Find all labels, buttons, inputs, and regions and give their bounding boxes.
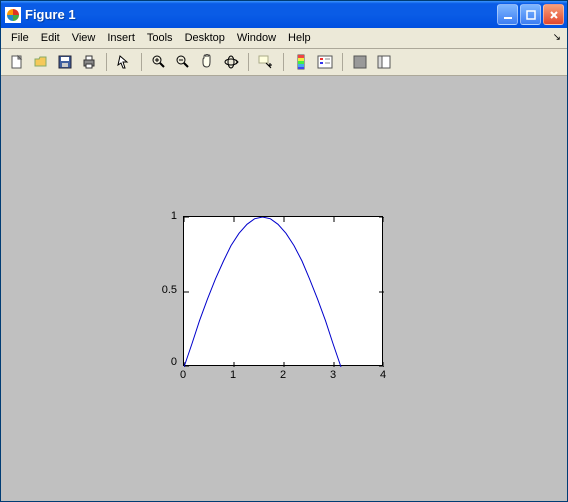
toolbar [1, 49, 567, 76]
ytick-label: 0.5 [147, 284, 177, 296]
menu-file[interactable]: File [5, 30, 35, 46]
menu-window[interactable]: Window [231, 30, 282, 46]
zoom-out-button[interactable] [172, 51, 194, 73]
menu-tools[interactable]: Tools [141, 30, 179, 46]
menubar: File Edit View Insert Tools Desktop Wind… [1, 28, 567, 49]
titlebar[interactable]: Figure 1 [1, 1, 567, 28]
line-plot [184, 217, 384, 367]
toolbar-separator [283, 53, 284, 71]
insert-legend-button[interactable] [314, 51, 336, 73]
insert-colorbar-button[interactable] [290, 51, 312, 73]
matlab-icon [5, 7, 21, 23]
window-title: Figure 1 [25, 7, 497, 22]
toolbar-separator [106, 53, 107, 71]
menu-view[interactable]: View [66, 30, 102, 46]
hide-plot-tools-button[interactable] [349, 51, 371, 73]
show-plot-tools-button[interactable] [373, 51, 395, 73]
xtick-label: 3 [330, 369, 336, 381]
toolbar-separator [342, 53, 343, 71]
pan-button[interactable] [196, 51, 218, 73]
data-cursor-button[interactable] [255, 51, 277, 73]
edit-plot-button[interactable] [113, 51, 135, 73]
toolbar-separator [248, 53, 249, 71]
xtick-label: 0 [180, 369, 186, 381]
xtick-label: 4 [380, 369, 386, 381]
xtick-label: 1 [230, 369, 236, 381]
axes[interactable] [183, 216, 383, 366]
ytick-label: 1 [147, 210, 177, 222]
ytick-label: 0 [147, 356, 177, 368]
open-button[interactable] [30, 51, 52, 73]
print-button[interactable] [78, 51, 100, 73]
menu-desktop[interactable]: Desktop [179, 30, 231, 46]
zoom-in-button[interactable] [148, 51, 170, 73]
toolbar-separator [141, 53, 142, 71]
close-button[interactable] [543, 4, 564, 25]
new-figure-button[interactable] [6, 51, 28, 73]
menu-edit[interactable]: Edit [35, 30, 66, 46]
window-control-buttons [497, 4, 564, 25]
xtick-label: 2 [280, 369, 286, 381]
menu-insert[interactable]: Insert [101, 30, 141, 46]
rotate-3d-button[interactable] [220, 51, 242, 73]
menu-help[interactable]: Help [282, 30, 317, 46]
save-button[interactable] [54, 51, 76, 73]
figure-canvas[interactable]: 0 0.5 1 0 1 2 3 4 [1, 76, 567, 501]
maximize-button[interactable] [520, 4, 541, 25]
menubar-dock-arrow-icon[interactable]: ↘ [553, 32, 561, 43]
minimize-button[interactable] [497, 4, 518, 25]
figure-window: Figure 1 File Edit View Insert Tools Des… [0, 0, 568, 502]
